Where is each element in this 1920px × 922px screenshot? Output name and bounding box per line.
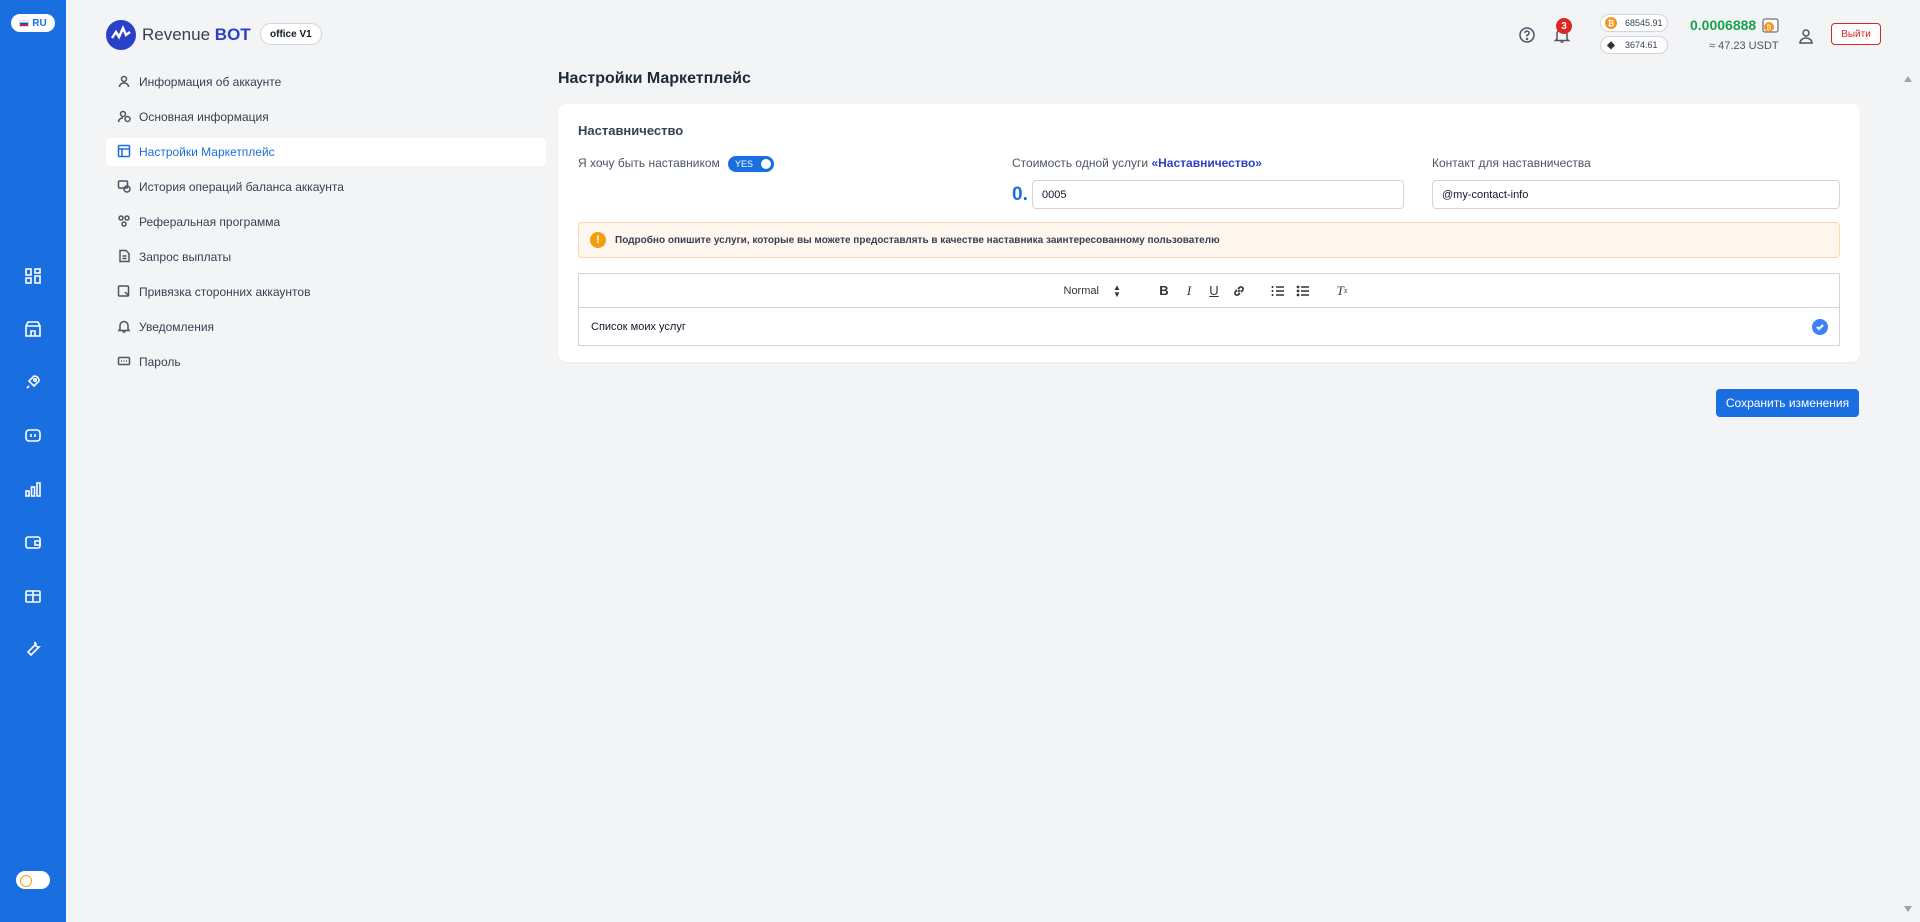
link-accounts-icon bbox=[117, 284, 131, 301]
settings-menu-item[interactable]: Привязка сторонних аккаунтов bbox=[106, 278, 546, 306]
mentorship-card: Наставничество Я хочу быть наставником Y… bbox=[558, 104, 1860, 362]
settings-menu: Информация об аккаунте Основная информаци… bbox=[106, 68, 546, 383]
settings-menu-item[interactable]: Уведомления bbox=[106, 313, 546, 341]
settings-menu-label: Информация об аккаунте bbox=[139, 75, 282, 89]
dashboard-icon[interactable] bbox=[21, 264, 45, 288]
language-switch[interactable]: RU bbox=[11, 14, 55, 32]
settings-menu-label: Реферальная программа bbox=[139, 215, 281, 229]
bell-icon bbox=[117, 319, 131, 336]
underline-icon[interactable]: U bbox=[1202, 281, 1227, 301]
eth-rate-value: 3674.61 bbox=[1625, 40, 1658, 50]
scroll-down-icon[interactable] bbox=[1904, 906, 1912, 912]
editor-toolbar: Normal ▲ ▼ B I U Tx bbox=[579, 274, 1839, 308]
italic-icon[interactable]: I bbox=[1177, 281, 1202, 301]
bullet-list-icon[interactable] bbox=[1291, 281, 1316, 301]
settings-menu-label: Привязка сторонних аккаунтов bbox=[139, 285, 311, 299]
gift-icon[interactable] bbox=[21, 583, 45, 607]
link-icon[interactable] bbox=[1227, 281, 1252, 301]
price-input[interactable]: 0005 bbox=[1032, 180, 1404, 209]
marketplace-icon bbox=[117, 144, 131, 161]
wallet-icon[interactable] bbox=[21, 530, 45, 554]
bold-icon[interactable]: B bbox=[1152, 281, 1177, 301]
settings-menu-label: Уведомления bbox=[139, 320, 215, 334]
chart-icon[interactable] bbox=[21, 477, 45, 501]
ordered-list-icon[interactable] bbox=[1266, 281, 1291, 301]
language-label: RU bbox=[32, 17, 47, 29]
settings-menu-item[interactable]: Пароль bbox=[106, 348, 546, 376]
logo[interactable]: Revenue BOT bbox=[106, 20, 251, 50]
robot-icon[interactable] bbox=[21, 423, 45, 447]
settings-menu-label: История операций баланса аккаунта bbox=[139, 180, 344, 194]
price-prefix: 0. bbox=[1012, 184, 1028, 205]
price-label: Стоимость одной услуги «Наставничество» bbox=[1012, 156, 1262, 170]
warning-icon: ! bbox=[590, 232, 606, 248]
clear-format-icon[interactable]: Tx bbox=[1330, 281, 1355, 301]
save-button[interactable]: Сохранить изменения bbox=[1716, 389, 1859, 417]
page-title: Настройки Маркетплейс bbox=[558, 70, 751, 87]
profile-icon[interactable] bbox=[1795, 25, 1817, 47]
ethereum-icon: ◆ bbox=[1605, 39, 1617, 51]
contact-label: Контакт для наставничества bbox=[1432, 156, 1591, 170]
flag-icon bbox=[19, 19, 30, 27]
rocket-icon[interactable] bbox=[21, 370, 45, 394]
info-icon bbox=[117, 109, 131, 126]
settings-menu-label: Настройки Маркетплейс bbox=[139, 145, 275, 159]
settings-menu-item[interactable]: Настройки Маркетплейс bbox=[106, 138, 546, 166]
editor-content[interactable]: Список моих услуг bbox=[579, 308, 1839, 346]
check-icon bbox=[1812, 319, 1828, 335]
logo-icon bbox=[106, 20, 136, 50]
eth-rate: ◆ 3674.61 bbox=[1600, 36, 1668, 54]
scroll-up-icon[interactable] bbox=[1904, 76, 1912, 82]
left-rail: RU bbox=[0, 0, 66, 922]
bitcoin-icon: ₿ bbox=[1605, 17, 1617, 29]
settings-menu-item[interactable]: Информация об аккаунте bbox=[106, 68, 546, 96]
referral-icon bbox=[117, 214, 131, 231]
notification-badge: 3 bbox=[1556, 18, 1572, 34]
settings-menu-label: Основная информация bbox=[139, 110, 269, 124]
services-editor: Normal ▲ ▼ B I U Tx Список моих услуг bbox=[578, 273, 1840, 346]
settings-menu-item[interactable]: Основная информация bbox=[106, 103, 546, 131]
mentor-toggle[interactable]: YES bbox=[728, 156, 774, 172]
password-icon bbox=[117, 354, 131, 371]
editor-text: Список моих услуг bbox=[591, 321, 686, 333]
settings-menu-item[interactable]: Реферальная программа bbox=[106, 208, 546, 236]
store-icon[interactable] bbox=[21, 317, 45, 341]
settings-menu-label: Запрос выплаты bbox=[139, 250, 232, 264]
settings-menu-label: Пароль bbox=[139, 355, 181, 369]
office-badge[interactable]: office V1 bbox=[260, 23, 322, 45]
wallet-btc-icon[interactable]: ₿ bbox=[1761, 17, 1781, 35]
contact-input[interactable]: @my-contact-info bbox=[1432, 180, 1840, 209]
settings-menu-item[interactable]: Запрос выплаты bbox=[106, 243, 546, 271]
btc-rate: ₿ 68545.91 bbox=[1600, 14, 1668, 32]
info-notice: ! Подробно опишите услуги, которые вы мо… bbox=[578, 222, 1840, 258]
format-select[interactable]: Normal ▲ ▼ bbox=[1064, 282, 1144, 299]
logo-text: Revenue BOT bbox=[142, 25, 251, 44]
btc-rate-value: 68545.91 bbox=[1625, 18, 1663, 28]
notice-text: Подробно опишите услуги, которые вы може… bbox=[615, 234, 1220, 246]
theme-toggle[interactable] bbox=[16, 871, 50, 889]
select-arrows-icon: ▲ ▼ bbox=[1112, 282, 1121, 299]
history-icon bbox=[117, 179, 131, 196]
mentor-label: Я хочу быть наставником bbox=[578, 156, 720, 170]
settings-menu-item[interactable]: История операций баланса аккаунта bbox=[106, 173, 546, 201]
logout-button[interactable]: Выйти bbox=[1831, 23, 1881, 45]
user-icon bbox=[117, 74, 131, 91]
balance-value: 0.0006888 bbox=[1690, 17, 1757, 33]
svg-text:₿: ₿ bbox=[1766, 24, 1771, 32]
payout-icon bbox=[117, 249, 131, 266]
support-icon[interactable] bbox=[1516, 24, 1538, 46]
section-title: Наставничество bbox=[578, 123, 684, 138]
balance-usdt: ≈ 47.23 USDT bbox=[1709, 40, 1779, 52]
wrench-icon[interactable] bbox=[21, 636, 45, 660]
